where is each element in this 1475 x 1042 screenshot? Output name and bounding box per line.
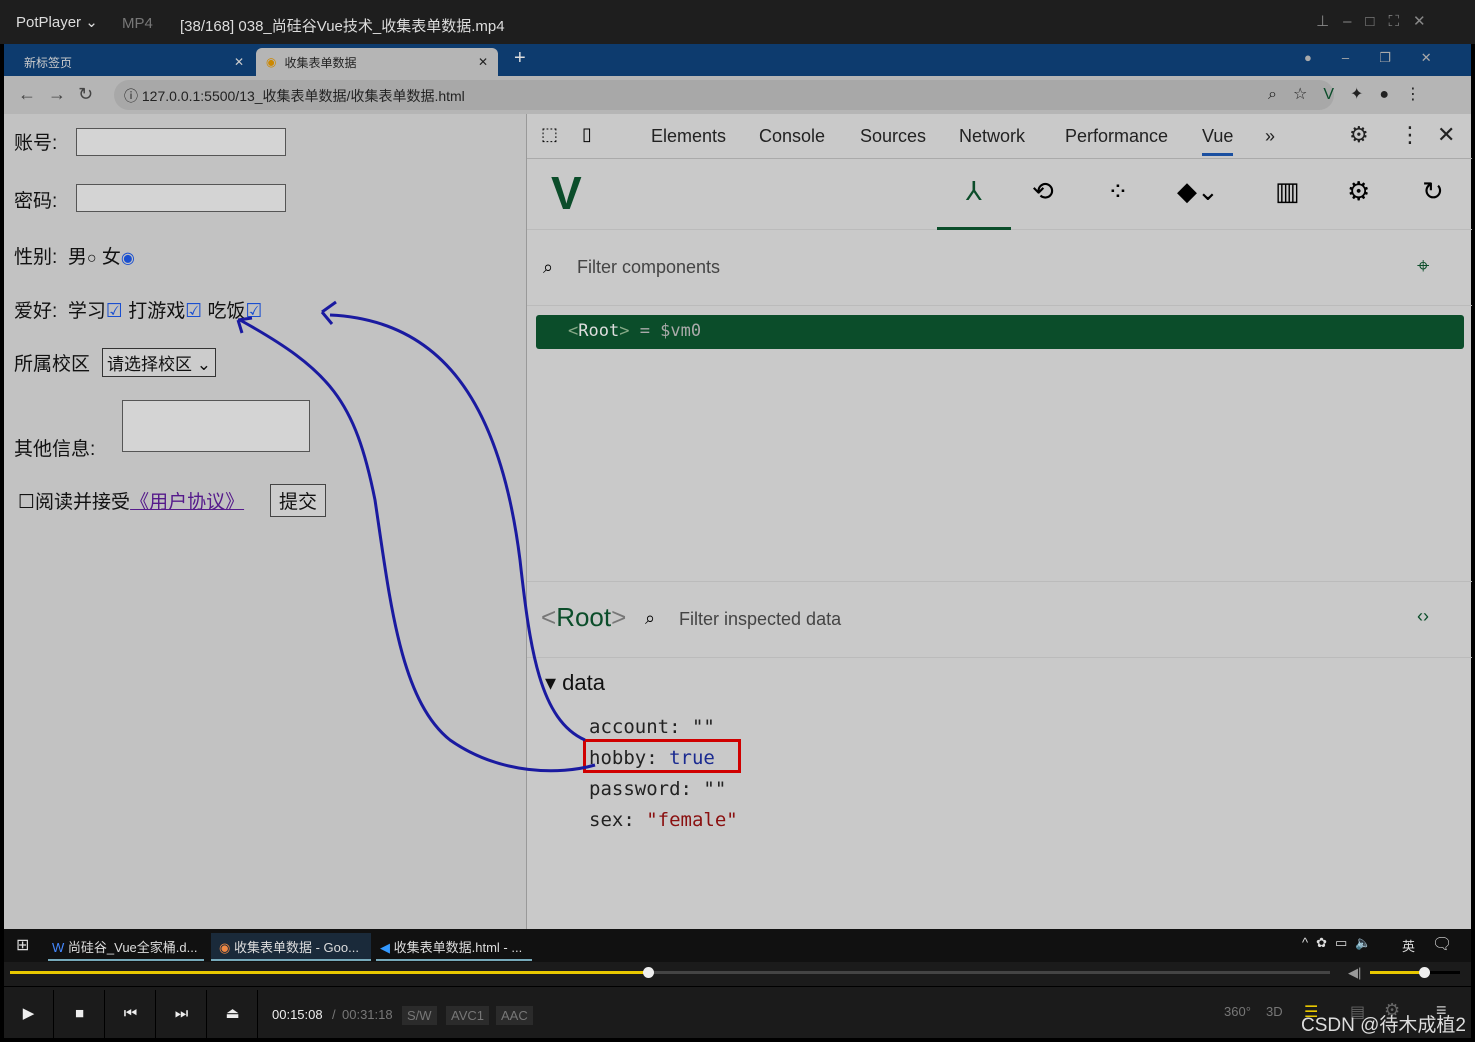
seek-bar[interactable] <box>10 967 1330 978</box>
taskbar-item-vscode[interactable]: ◀ 收集表单数据.html - ... <box>376 933 532 961</box>
badge-aac[interactable]: AAC <box>496 1006 533 1025</box>
badge-avc1[interactable]: AVC1 <box>446 1006 489 1025</box>
word-icon: W <box>52 940 65 955</box>
play-button[interactable]: ▶ <box>4 990 54 1038</box>
watermark: CSDN @待木成植2 <box>1301 1015 1466 1036</box>
windows-start-icon[interactable]: ⊞ <box>16 935 29 955</box>
ime-indicator[interactable]: 英 <box>1402 936 1415 955</box>
next-button[interactable]: ⏭ <box>157 990 207 1038</box>
annotation-arrows <box>236 300 596 773</box>
eject-button[interactable]: ⏏ <box>208 990 258 1038</box>
vr-360-icon[interactable]: 360° <box>1224 1004 1251 1019</box>
volume-fill <box>1370 971 1424 974</box>
arrow-to-game <box>236 316 596 773</box>
windows-taskbar: ⊞ W 尚硅谷_Vue全家桶.d... ◉ 收集表单数据 - Goo... ◀ … <box>4 929 1471 962</box>
taskbar-label: 尚硅谷_Vue全家桶.d... <box>67 940 198 955</box>
notification-icon[interactable]: 🗨 <box>1432 934 1452 954</box>
seek-handle[interactable] <box>642 967 654 978</box>
current-time: 00:15:08 <box>272 1007 323 1022</box>
chrome-icon: ◉ <box>219 940 231 955</box>
stop-button[interactable]: ■ <box>55 990 105 1038</box>
volume-slider[interactable] <box>1370 967 1460 978</box>
volume-handle[interactable] <box>1419 967 1430 978</box>
taskbar-label: 收集表单数据.html - ... <box>393 940 523 955</box>
total-time: 00:31:18 <box>342 1007 393 1022</box>
taskbar-label: 收集表单数据 - Goo... <box>233 940 359 955</box>
3d-icon[interactable]: 3D <box>1266 1004 1283 1019</box>
volume-icon[interactable]: ◀| <box>1348 965 1361 981</box>
seek-fill <box>10 971 648 974</box>
time-separator: / <box>332 1007 336 1022</box>
badge-sw[interactable]: S/W <box>402 1006 437 1025</box>
tray-icons[interactable]: ^✿▭🔈 <box>1302 935 1379 951</box>
taskbar-item-word[interactable]: W 尚硅谷_Vue全家桶.d... <box>48 933 204 961</box>
player-controls: ◀| ▶ ■ ⏮ ⏭ ⏏ 00:15:08 / 00:31:18 S/W AVC… <box>4 962 1471 1038</box>
arrow-to-eat <box>320 300 586 742</box>
previous-button[interactable]: ⏮ <box>106 990 156 1038</box>
vscode-icon: ◀ <box>380 940 390 955</box>
taskbar-item-chrome[interactable]: ◉ 收集表单数据 - Goo... <box>211 933 371 961</box>
